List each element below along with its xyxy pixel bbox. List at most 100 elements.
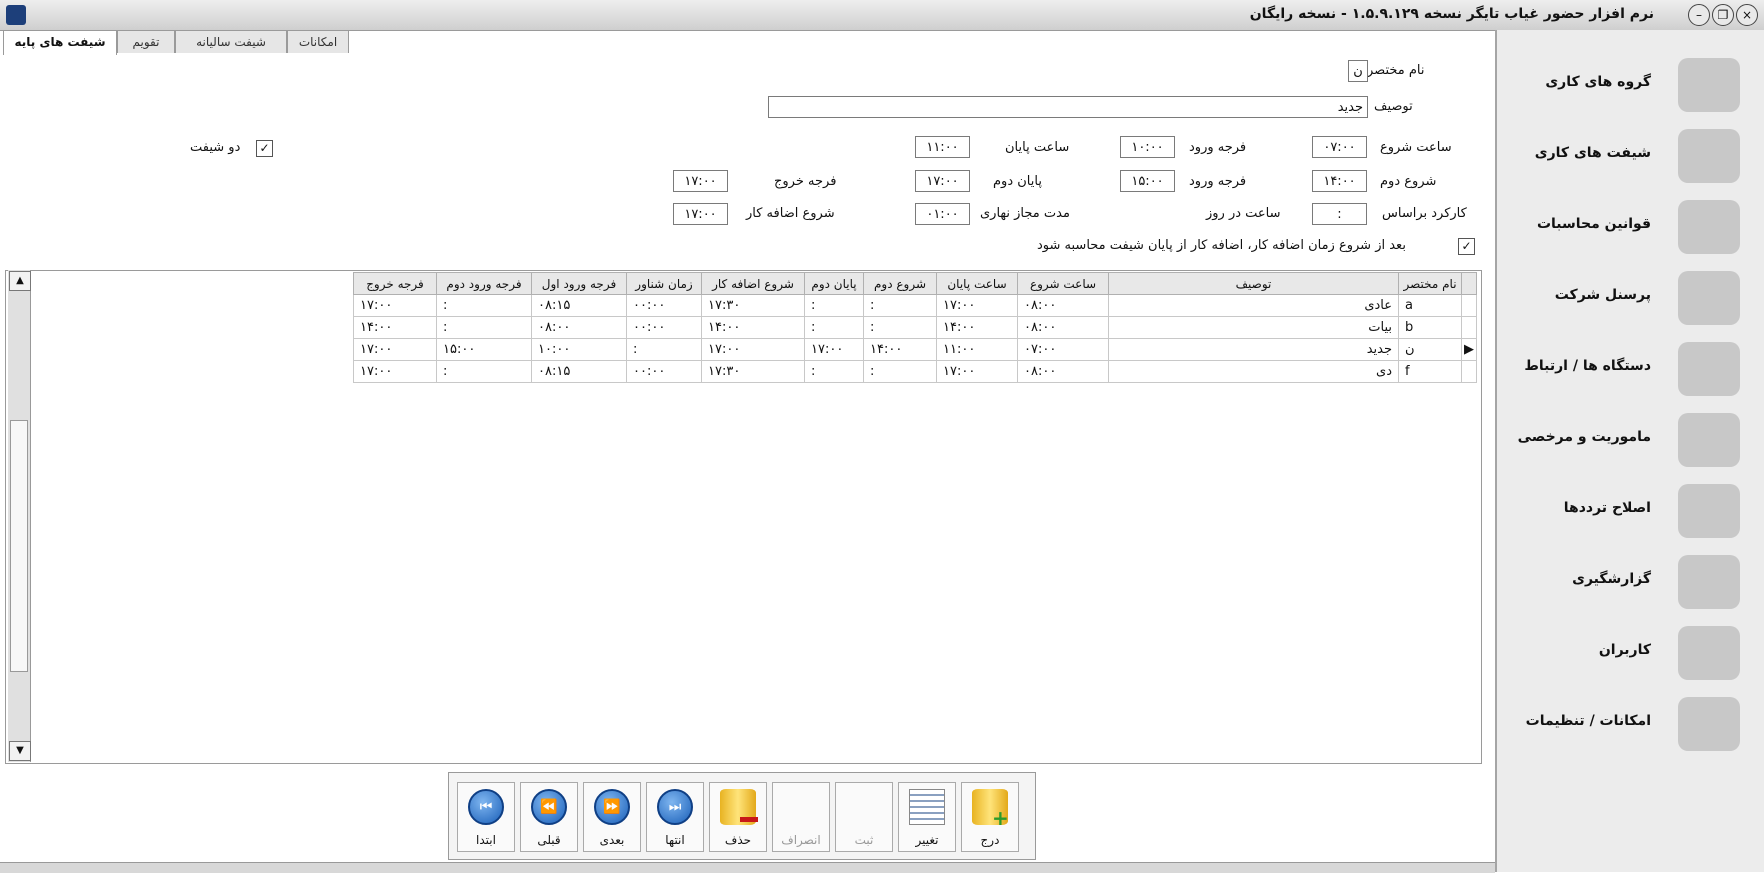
column-header[interactable]: فرجه خروج bbox=[353, 272, 437, 295]
table-cell[interactable]: ۱۷:۳۰ bbox=[701, 360, 805, 383]
sidebar-item-reports[interactable]: گزارشگیری bbox=[1497, 547, 1764, 617]
table-cell[interactable]: ۱۱:۰۰ bbox=[936, 338, 1018, 361]
table-cell[interactable]: ۰۸:۱۵ bbox=[531, 294, 627, 317]
table-cell[interactable]: ۱۷:۰۰ bbox=[804, 338, 864, 361]
table-cell[interactable]: ۱۷:۰۰ bbox=[936, 294, 1018, 317]
table-cell[interactable]: f bbox=[1398, 360, 1462, 383]
next-record-button[interactable]: ⏩ بعدی bbox=[583, 782, 641, 852]
insert-button[interactable]: + درج bbox=[961, 782, 1019, 852]
description-field[interactable]: جدید bbox=[768, 96, 1368, 118]
column-header[interactable]: توصیف bbox=[1108, 272, 1399, 295]
table-cell[interactable]: ۱۴:۰۰ bbox=[701, 316, 805, 339]
column-header[interactable]: زمان شناور bbox=[626, 272, 702, 295]
table-row[interactable]: f دی ۰۸:۰۰ ۱۷:۰۰ : : ۱۷:۳۰ ۰۰:۰۰ ۰۸:۱۵ :… bbox=[353, 360, 1477, 383]
table-cell[interactable]: دی bbox=[1108, 360, 1399, 383]
column-header[interactable]: شروع اضافه کار bbox=[701, 272, 805, 295]
edit-button[interactable]: تغییر bbox=[898, 782, 956, 852]
two-shift-checkbox[interactable]: ✓ bbox=[256, 140, 273, 157]
column-header[interactable]: پایان دوم bbox=[804, 272, 864, 295]
table-cell[interactable]: ۱۷:۰۰ bbox=[353, 360, 437, 383]
tab-calendar[interactable]: تقویم bbox=[117, 30, 175, 53]
hours-per-day-field[interactable]: : bbox=[1312, 203, 1367, 225]
sidebar-item-fix-traffic[interactable]: اصلاح ترددها bbox=[1497, 476, 1764, 546]
table-cell[interactable]: ۱۰:۰۰ bbox=[531, 338, 627, 361]
table-cell[interactable]: عادی bbox=[1108, 294, 1399, 317]
table-row[interactable]: b بیات ۰۸:۰۰ ۱۴:۰۰ : : ۱۴:۰۰ ۰۰:۰۰ ۰۸:۰۰… bbox=[353, 316, 1477, 339]
short-name-field[interactable]: ن bbox=[1348, 60, 1368, 82]
sidebar-item-personnel[interactable]: پرسنل شرکت bbox=[1497, 263, 1764, 333]
second-start-field[interactable]: ۱۴:۰۰ bbox=[1312, 170, 1367, 192]
sidebar-item-calculation-rules[interactable]: قوانین محاسبات bbox=[1497, 192, 1764, 262]
table-cell[interactable]: ۰۸:۰۰ bbox=[531, 316, 627, 339]
entry-grace2-field[interactable]: ۱۵:۰۰ bbox=[1120, 170, 1175, 192]
table-cell[interactable]: : bbox=[436, 294, 532, 317]
save-button[interactable]: ثبت bbox=[835, 782, 893, 852]
cancel-button[interactable]: انصراف bbox=[772, 782, 830, 852]
table-cell[interactable]: ۱۴:۰۰ bbox=[353, 316, 437, 339]
second-end-field[interactable]: ۱۷:۰۰ bbox=[915, 170, 970, 192]
first-record-button[interactable]: ⏮ ابتدا bbox=[457, 782, 515, 852]
table-cell[interactable]: : bbox=[626, 338, 702, 361]
vertical-scrollbar[interactable]: ▲ ▼ bbox=[8, 270, 31, 762]
table-cell[interactable]: ۱۷:۰۰ bbox=[353, 338, 437, 361]
table-cell[interactable]: : bbox=[804, 316, 864, 339]
column-header[interactable]: فرجه ورود دوم bbox=[436, 272, 532, 295]
table-row[interactable]: a عادی ۰۸:۰۰ ۱۷:۰۰ : : ۱۷:۳۰ ۰۰:۰۰ ۰۸:۱۵… bbox=[353, 294, 1477, 317]
table-cell[interactable]: بیات bbox=[1108, 316, 1399, 339]
table-cell[interactable]: : bbox=[436, 316, 532, 339]
minimize-icon[interactable]: – bbox=[1688, 4, 1710, 26]
column-header[interactable]: ساعت شروع bbox=[1017, 272, 1109, 295]
restore-icon[interactable]: ❐ bbox=[1712, 4, 1734, 26]
start-time-field[interactable]: ۰۷:۰۰ bbox=[1312, 136, 1367, 158]
sidebar-item-settings[interactable]: امکانات / تنظیمات bbox=[1497, 689, 1764, 759]
column-header[interactable]: شروع دوم bbox=[863, 272, 937, 295]
sidebar-item-mission-leave[interactable]: ماموریت و مرخصی bbox=[1497, 405, 1764, 475]
sidebar-item-devices[interactable]: دستگاه ها / ارتباط bbox=[1497, 334, 1764, 404]
delete-button[interactable]: حذف bbox=[709, 782, 767, 852]
end-time-field[interactable]: ۱۱:۰۰ bbox=[915, 136, 970, 158]
table-cell[interactable]: ۱۷:۳۰ bbox=[701, 294, 805, 317]
table-cell[interactable]: ۰۸:۰۰ bbox=[1017, 360, 1109, 383]
table-cell[interactable]: ۱۷:۰۰ bbox=[701, 338, 805, 361]
overtime-start-field[interactable]: ۱۷:۰۰ bbox=[673, 203, 728, 225]
allowed-day-field[interactable]: ۰۱:۰۰ bbox=[915, 203, 970, 225]
column-header[interactable]: نام مختصر bbox=[1398, 272, 1462, 295]
scroll-down-icon[interactable]: ▼ bbox=[9, 741, 31, 761]
last-record-button[interactable]: ⏭ انتها bbox=[646, 782, 704, 852]
scroll-thumb[interactable] bbox=[10, 420, 28, 672]
tab-features[interactable]: امکانات bbox=[287, 30, 349, 53]
entry-grace-field[interactable]: ۱۰:۰۰ bbox=[1120, 136, 1175, 158]
column-header[interactable]: فرجه ورود اول bbox=[531, 272, 627, 295]
sidebar-item-users[interactable]: کاربران bbox=[1497, 618, 1764, 688]
sidebar-item-work-shifts[interactable]: شیفت های کاری bbox=[1497, 121, 1764, 191]
table-cell[interactable]: ۰۸:۱۵ bbox=[531, 360, 627, 383]
tab-annual-shift[interactable]: شیفت سالیانه bbox=[175, 30, 287, 53]
sidebar-item-work-groups[interactable]: گروه های کاری bbox=[1497, 50, 1764, 120]
table-row-selected[interactable]: ▶ ن جدید ۰۷:۰۰ ۱۱:۰۰ ۱۴:۰۰ ۱۷:۰۰ ۱۷:۰۰ :… bbox=[353, 338, 1477, 361]
table-cell[interactable]: ن bbox=[1398, 338, 1462, 361]
table-cell[interactable]: ۰۰:۰۰ bbox=[626, 360, 702, 383]
table-cell[interactable]: : bbox=[436, 360, 532, 383]
table-cell[interactable]: ۱۴:۰۰ bbox=[936, 316, 1018, 339]
column-header[interactable]: ساعت پایان bbox=[936, 272, 1018, 295]
table-cell[interactable]: : bbox=[863, 360, 937, 383]
table-cell[interactable]: ۰۰:۰۰ bbox=[626, 316, 702, 339]
previous-record-button[interactable]: ⏪ قبلی bbox=[520, 782, 578, 852]
table-cell[interactable]: b bbox=[1398, 316, 1462, 339]
table-cell[interactable]: ۱۴:۰۰ bbox=[863, 338, 937, 361]
overtime-note-checkbox[interactable]: ✓ bbox=[1458, 238, 1475, 255]
table-cell[interactable]: ۰۸:۰۰ bbox=[1017, 294, 1109, 317]
table-cell[interactable]: : bbox=[804, 294, 864, 317]
table-cell[interactable]: ۱۷:۰۰ bbox=[353, 294, 437, 317]
close-icon[interactable]: × bbox=[1736, 4, 1758, 26]
exit-grace-field[interactable]: ۱۷:۰۰ bbox=[673, 170, 728, 192]
table-cell[interactable]: ۱۵:۰۰ bbox=[436, 338, 532, 361]
table-cell[interactable]: جدید bbox=[1108, 338, 1399, 361]
table-cell[interactable]: ۱۷:۰۰ bbox=[936, 360, 1018, 383]
tab-basic-shifts[interactable]: شیفت های پایه bbox=[3, 30, 117, 55]
table-cell[interactable]: : bbox=[863, 294, 937, 317]
table-cell[interactable]: ۰۰:۰۰ bbox=[626, 294, 702, 317]
table-cell[interactable]: : bbox=[804, 360, 864, 383]
table-cell[interactable]: : bbox=[863, 316, 937, 339]
table-cell[interactable]: a bbox=[1398, 294, 1462, 317]
